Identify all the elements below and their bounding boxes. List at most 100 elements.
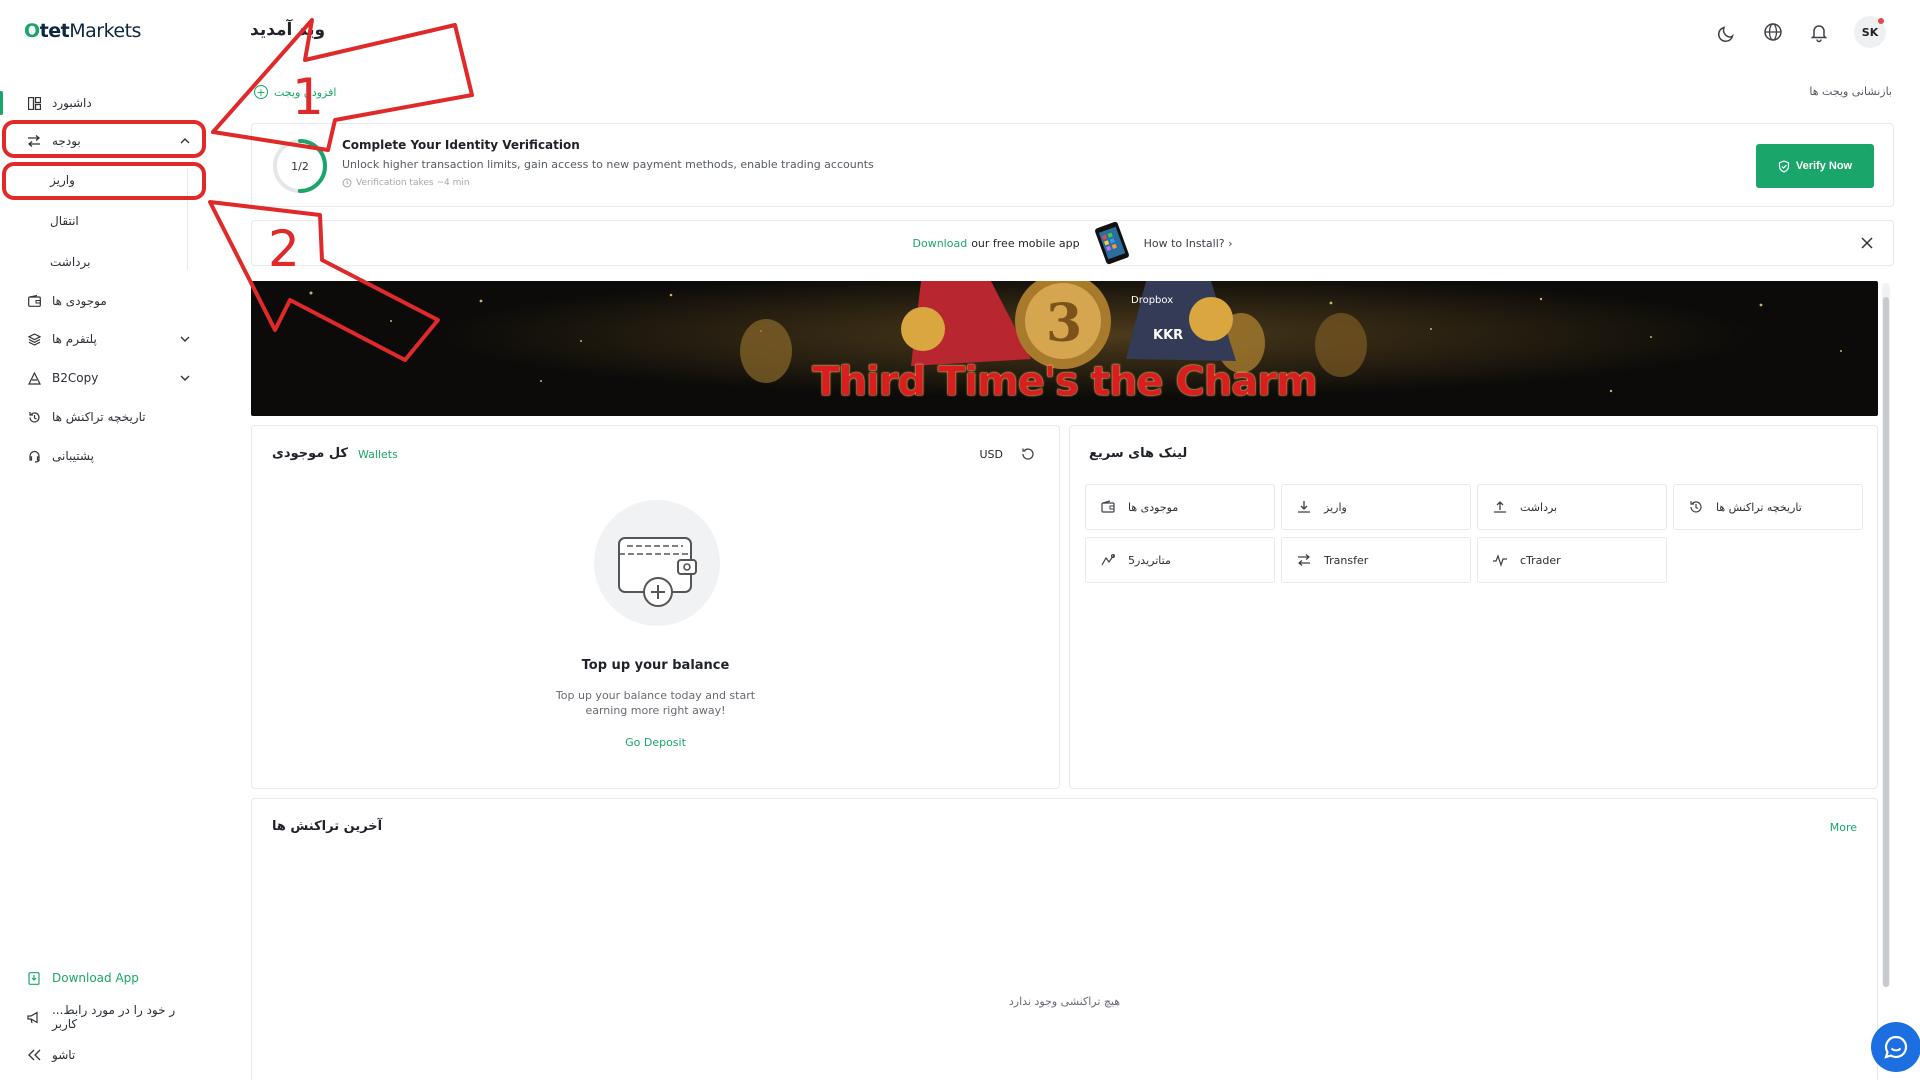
quick-links-card: لینک های سریع موجودی ها واریز برداشت تار… bbox=[1069, 425, 1878, 789]
sidebar-item-history[interactable]: تاریخچه تراکنش ها bbox=[0, 400, 204, 434]
avatar[interactable]: SK bbox=[1854, 16, 1886, 48]
sidebar-item-budget[interactable]: بودجه bbox=[0, 124, 204, 158]
megaphone-icon bbox=[26, 1009, 42, 1025]
sidebar-item-label: پشتیبانی bbox=[52, 449, 94, 463]
quick-link-label: متاتریدر5 bbox=[1128, 553, 1171, 567]
empty-balance-description: Top up your balance today and start earn… bbox=[252, 688, 1059, 718]
page-title: وید آمدید bbox=[250, 20, 326, 40]
sidebar-subitem-withdraw[interactable]: برداشت bbox=[50, 255, 90, 269]
sidebar-subitem-transfer[interactable]: انتقال bbox=[50, 214, 79, 228]
chevron-down-icon[interactable] bbox=[178, 371, 192, 385]
balance-title: کل موجودی bbox=[272, 446, 348, 461]
banner-title: Third Time's the Charm bbox=[812, 359, 1317, 405]
more-link[interactable]: More bbox=[1830, 821, 1857, 834]
headset-icon bbox=[26, 448, 42, 464]
plus-circle-icon: + bbox=[254, 85, 268, 99]
quick-links-title: لینک های سریع bbox=[1089, 446, 1188, 461]
sidebar: OtetMarkets داشبورد بودجه واریز انتقال ب… bbox=[0, 0, 232, 1080]
quick-link-transfer[interactable]: Transfer bbox=[1281, 537, 1471, 583]
wallet-illustration bbox=[594, 500, 720, 626]
verification-description: Unlock higher transaction limits, gain a… bbox=[342, 158, 874, 171]
bell-icon[interactable] bbox=[1808, 21, 1830, 43]
dashboard-icon bbox=[26, 95, 42, 111]
empty-balance-line-1: Top up your balance today and start bbox=[555, 689, 756, 702]
verification-meta: Verification takes ~4 min bbox=[342, 178, 470, 188]
wallet-icon bbox=[1101, 500, 1115, 513]
chat-icon bbox=[1884, 1035, 1908, 1059]
logo-mark: O bbox=[24, 20, 40, 42]
sidebar-item-label: پلتفرم ها bbox=[52, 332, 97, 346]
transactions-title: آخرین تراکنش ها bbox=[272, 819, 383, 834]
reset-widgets-link[interactable]: بازنشانی ویجت ها bbox=[1809, 85, 1892, 98]
clock-icon bbox=[342, 178, 352, 188]
history-icon bbox=[26, 409, 42, 425]
sidebar-item-label: B2Copy bbox=[52, 371, 99, 385]
download-app-icon bbox=[26, 970, 42, 986]
verification-time: Verification takes ~4 min bbox=[356, 178, 470, 188]
quick-link-ctrader[interactable]: cTrader bbox=[1477, 537, 1667, 583]
svg-text:KKR: KKR bbox=[1153, 328, 1183, 343]
verify-now-button[interactable]: Verify Now bbox=[1756, 144, 1874, 188]
total-balance-card: کل موجودی Wallets USD Top up your balanc… bbox=[251, 425, 1060, 789]
download-app-link[interactable]: Download App bbox=[0, 961, 204, 995]
quick-link-label: cTrader bbox=[1520, 553, 1561, 567]
quick-link-label: واریز bbox=[1324, 500, 1347, 514]
close-icon[interactable] bbox=[1859, 235, 1875, 251]
sidebar-item-wallets[interactable]: موجودی ها bbox=[0, 284, 204, 318]
collapse-icon bbox=[26, 1047, 42, 1063]
upload-icon bbox=[1494, 501, 1506, 513]
globe-icon[interactable] bbox=[1762, 21, 1784, 43]
sidebar-item-label: Download App bbox=[52, 971, 139, 985]
quick-link-history[interactable]: تاریخچه تراکنش ها bbox=[1673, 484, 1863, 530]
quick-link-label: تاریخچه تراکنش ها bbox=[1716, 500, 1802, 514]
chat-support-button[interactable] bbox=[1871, 1022, 1920, 1072]
verification-progress-text: 1/2 bbox=[291, 159, 309, 173]
verification-card: 1/2 Complete Your Identity Verification … bbox=[251, 123, 1894, 207]
recent-transactions-card: آخرین تراکنش ها More هیچ تراکنشی وجود ند… bbox=[251, 798, 1878, 1080]
empty-balance-line-2: earning more right away! bbox=[585, 704, 726, 717]
sidebar-subitem-deposit[interactable]: واریز bbox=[50, 173, 75, 187]
feedback-link[interactable]: ...ر خود را در مورد رابط کاربر bbox=[0, 1000, 204, 1034]
verify-now-label: Verify Now bbox=[1795, 160, 1853, 172]
history-icon bbox=[1690, 501, 1702, 513]
phone-icon bbox=[1094, 221, 1129, 265]
sidebar-item-dashboard[interactable]: داشبورد bbox=[0, 86, 204, 120]
sidebar-item-platforms[interactable]: پلتفرم ها bbox=[0, 322, 204, 356]
currency-selector[interactable]: USD bbox=[979, 448, 1003, 461]
quick-link-metatrader5[interactable]: متاتریدر5 bbox=[1085, 537, 1275, 583]
metatrader-icon bbox=[1101, 554, 1115, 566]
page-scrollbar[interactable] bbox=[1882, 283, 1890, 987]
sidebar-item-label: تاشو bbox=[52, 1048, 76, 1062]
collapse-sidebar-button[interactable]: تاشو bbox=[0, 1038, 204, 1072]
empty-balance-title: Top up your balance bbox=[581, 658, 730, 673]
sidebar-item-label: داشبورد bbox=[52, 96, 92, 110]
layers-icon bbox=[26, 331, 42, 347]
promo-banner[interactable]: KKR Dropbox 3 Third Time's the Charm bbox=[251, 281, 1878, 416]
shield-icon bbox=[1778, 159, 1789, 173]
go-deposit-link[interactable]: Go Deposit bbox=[252, 736, 1059, 749]
copy-trade-icon bbox=[26, 370, 42, 386]
how-to-install-link[interactable]: How to Install? › bbox=[1144, 237, 1233, 250]
download-link[interactable]: Download bbox=[913, 237, 968, 250]
sidebar-item-support[interactable]: پشتیبانی bbox=[0, 439, 204, 473]
sidebar-item-b2copy[interactable]: B2Copy bbox=[0, 361, 204, 395]
sidebar-item-label: ...ر خود را در مورد رابط کاربر bbox=[51, 1003, 176, 1031]
quick-link-label: موجودی ها bbox=[1128, 500, 1179, 514]
brand-logo[interactable]: OtetMarkets bbox=[24, 20, 141, 42]
quick-link-withdraw[interactable]: برداشت bbox=[1477, 484, 1667, 530]
submenu-line bbox=[187, 168, 188, 270]
transfer-arrows-icon bbox=[1298, 554, 1310, 566]
mobile-app-banner: Download our free mobile app How to Inst… bbox=[251, 220, 1894, 266]
refresh-icon[interactable] bbox=[1021, 447, 1035, 461]
moon-icon[interactable] bbox=[1716, 21, 1738, 43]
wallets-link[interactable]: Wallets bbox=[358, 448, 398, 461]
quick-link-deposit[interactable]: واریز bbox=[1281, 484, 1471, 530]
logo-bold: tet bbox=[39, 20, 70, 42]
annotation-label-1: 1 bbox=[292, 68, 324, 126]
avatar-initials: SK bbox=[1861, 25, 1879, 39]
chevron-down-icon[interactable] bbox=[178, 332, 192, 346]
sidebar-item-label: بودجه bbox=[52, 134, 81, 148]
quick-link-wallets[interactable]: موجودی ها bbox=[1085, 484, 1275, 530]
scrollbar-thumb[interactable] bbox=[1883, 297, 1889, 987]
chevron-up-icon[interactable] bbox=[178, 134, 192, 148]
